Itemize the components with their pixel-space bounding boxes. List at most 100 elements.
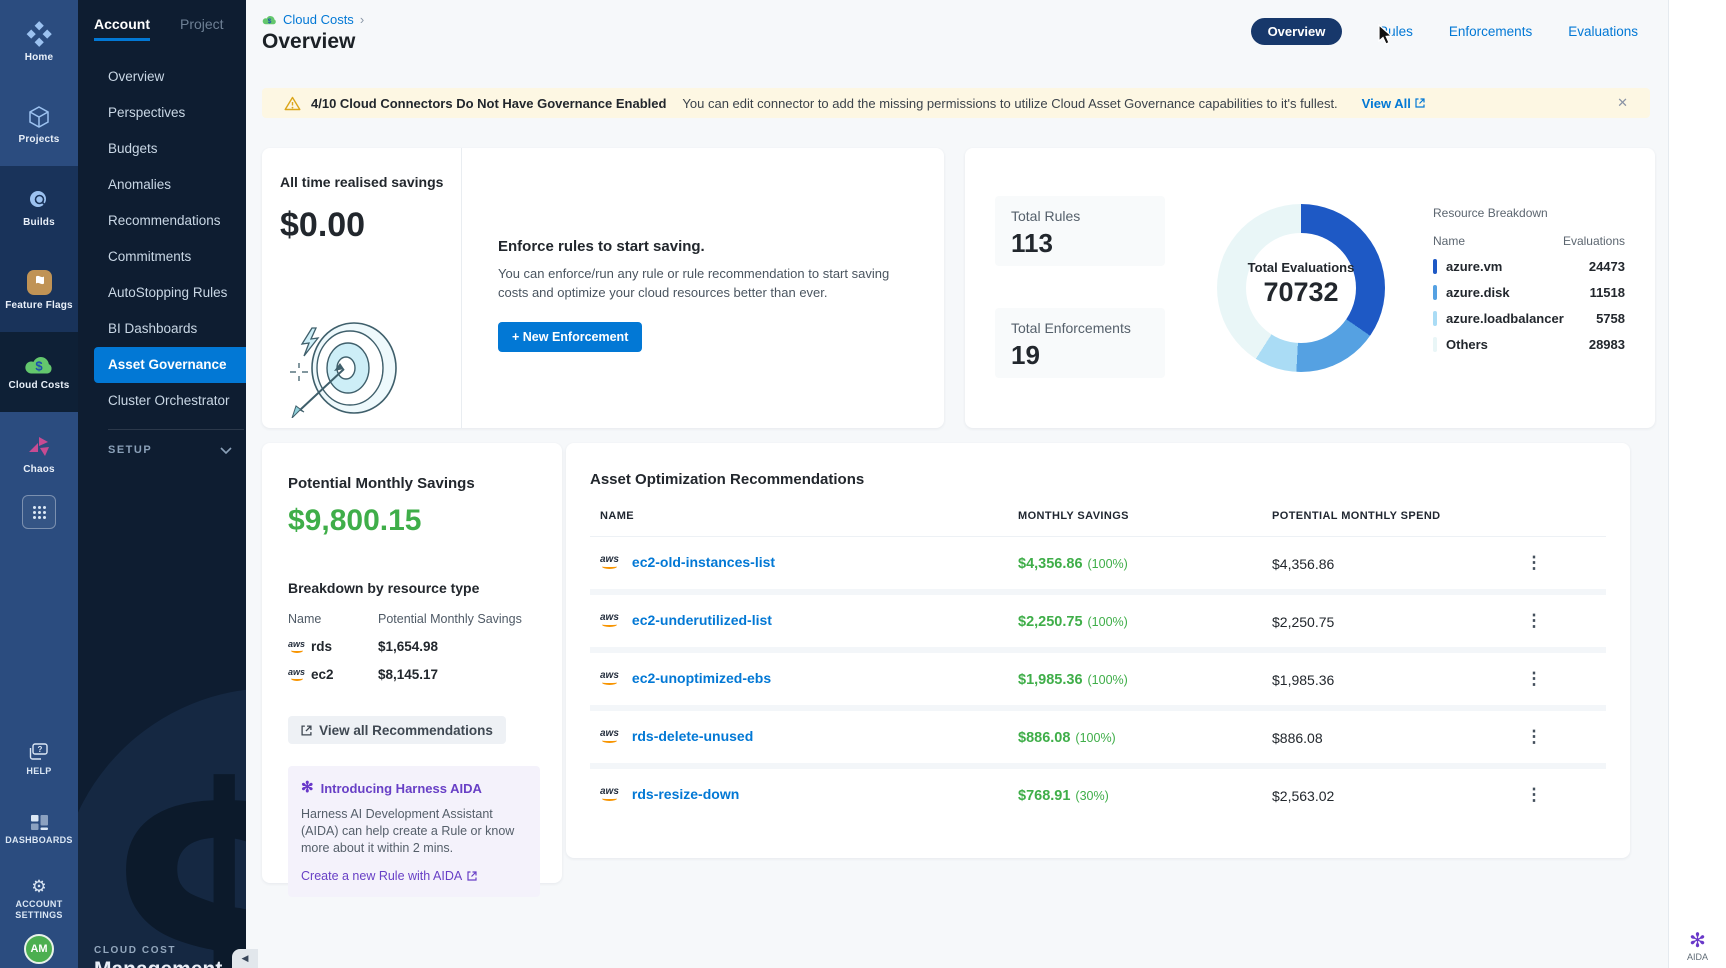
sidebar-item-cluster-orchestrator[interactable]: Cluster Orchestrator [78, 383, 246, 419]
donut-title: Total Evaluations [1217, 260, 1385, 275]
legend-row: azure.vm 24473 [1433, 259, 1625, 274]
rail-item-projects[interactable]: Projects [0, 83, 78, 166]
table-row[interactable]: aws ec2-old-instances-list $4,356.86(100… [590, 537, 1606, 595]
aws-icon: aws [600, 788, 619, 801]
cloud-costs-breadcrumb-icon: $ [262, 14, 277, 25]
rail-label: Feature Flags [5, 300, 73, 311]
monthly-savings-value: $768.91 [1018, 788, 1070, 804]
rail-item-account-settings[interactable]: ⚙ ACCOUNT SETTINGS [0, 878, 78, 920]
sidebar-item-bi-dashboards[interactable]: BI Dashboards [78, 311, 246, 347]
breadcrumb-cloud-costs-link[interactable]: Cloud Costs [283, 12, 354, 27]
breakdown-header-row: Name Potential Monthly Savings [288, 612, 538, 626]
sidebar-setup-toggle[interactable]: SETUP [78, 440, 246, 456]
aws-icon: aws [600, 614, 619, 627]
view-all-recommendations-button[interactable]: View all Recommendations [288, 716, 506, 744]
tab-enforcements[interactable]: Enforcements [1449, 24, 1532, 39]
total-rules-label: Total Rules [1011, 208, 1149, 224]
breakdown-row: aws ec2 $8,145.17 [288, 667, 538, 682]
table-row[interactable]: aws ec2-unoptimized-ebs $1,985.36(100%) … [590, 653, 1606, 711]
sidebar-item-asset-governance[interactable]: Asset Governance [94, 347, 246, 383]
feature-flags-icon [27, 270, 52, 295]
help-chat-icon: ? [28, 742, 50, 762]
rule-link[interactable]: ec2-unoptimized-ebs [632, 670, 771, 686]
breakdown-row: aws rds $1,654.98 [288, 639, 538, 654]
rail-item-feature-flags[interactable]: Feature Flags [0, 249, 78, 332]
banner-close-icon[interactable]: ✕ [1617, 95, 1628, 111]
col-header-potential-spend: POTENTIAL MONTHLY SPEND [1272, 510, 1441, 522]
breadcrumb: $ Cloud Costs › [262, 12, 364, 27]
monthly-savings-value: $4,356.86 [1018, 556, 1083, 572]
sidebar-item-recommendations[interactable]: Recommendations [78, 203, 246, 239]
aida-assistant-button[interactable]: ✻ AIDA [1669, 931, 1726, 962]
row-menu-kebab-icon[interactable]: ⋮ [1524, 727, 1544, 747]
sidebar-item-commitments[interactable]: Commitments [78, 239, 246, 275]
harness-logo-icon [26, 21, 52, 47]
breakdown-title: Breakdown by resource type [288, 580, 538, 596]
row-menu-kebab-icon[interactable]: ⋮ [1524, 669, 1544, 689]
legend-name-header: Name [1433, 234, 1465, 248]
row-menu-kebab-icon[interactable]: ⋮ [1524, 785, 1544, 805]
potential-spend-value: $2,563.02 [1272, 788, 1334, 804]
svg-text:?: ? [38, 745, 43, 754]
tab-overview[interactable]: Overview [1251, 18, 1343, 45]
rail-item-cloud-costs[interactable]: $ Cloud Costs [0, 332, 78, 412]
sidebar-item-overview[interactable]: Overview [78, 59, 246, 95]
rail-item-builds[interactable]: Builds [0, 166, 78, 249]
evaluations-stats-card: Total Rules 113 Total Enforcements 19 To… [965, 148, 1655, 428]
aida-promo-header: ✻ Introducing Harness AIDA [301, 778, 527, 798]
rail-item-dashboards[interactable]: DASHBOARDS [0, 814, 78, 845]
rail-item-help[interactable]: ? HELP [0, 742, 78, 776]
reco-table-title: Asset Optimization Recommendations [590, 471, 1606, 488]
new-enforcement-button[interactable]: + New Enforcement [498, 322, 642, 352]
banner-view-all-link[interactable]: View All [1362, 96, 1425, 111]
user-avatar[interactable]: AM [24, 934, 54, 964]
setup-label: SETUP [108, 444, 152, 456]
donut-center-label: Total Evaluations 70732 [1217, 260, 1385, 308]
dollar-watermark: $ [112, 733, 246, 968]
rail-item-home[interactable]: Home [0, 0, 78, 83]
aida-create-rule-link[interactable]: Create a new Rule with AIDA [301, 869, 477, 883]
apps-grid-icon [32, 505, 47, 520]
rule-link[interactable]: rds-resize-down [632, 786, 739, 802]
legend-swatch [1433, 337, 1437, 352]
legend-value: 24473 [1589, 259, 1625, 274]
table-row[interactable]: aws rds-delete-unused $886.08(100%) $886… [590, 711, 1606, 769]
module-rail: Home Projects Builds Feature Flags $ Clo… [0, 0, 78, 968]
legend-value: 5758 [1596, 311, 1625, 326]
sidebar-item-anomalies[interactable]: Anomalies [78, 167, 246, 203]
tab-account[interactable]: Account [94, 16, 150, 41]
legend-row: azure.loadbalancer 5758 [1433, 311, 1625, 326]
tab-evaluations[interactable]: Evaluations [1568, 24, 1638, 39]
potential-savings-value: $9,800.15 [288, 504, 538, 538]
total-rules-value: 113 [1011, 228, 1149, 259]
sidebar-item-autostopping-rules[interactable]: AutoStopping Rules [78, 275, 246, 311]
col-header-monthly-savings: MONTHLY SAVINGS [1018, 510, 1129, 522]
builds-icon [27, 188, 51, 212]
rail-label: Builds [23, 217, 55, 228]
table-row[interactable]: aws ec2-underutilized-list $2,250.75(100… [590, 595, 1606, 653]
total-enforcements-box: Total Enforcements 19 [995, 308, 1165, 378]
tab-project[interactable]: Project [180, 16, 224, 41]
sidebar-item-perspectives[interactable]: Perspectives [78, 95, 246, 131]
rule-link[interactable]: rds-delete-unused [632, 728, 753, 744]
main-content: $ Cloud Costs › Overview Overview Rules … [246, 0, 1668, 968]
row-menu-kebab-icon[interactable]: ⋮ [1524, 611, 1544, 631]
aws-icon: aws [600, 672, 619, 685]
sidebar-item-budgets[interactable]: Budgets [78, 131, 246, 167]
table-row[interactable]: aws rds-resize-down $768.91(30%) $2,563.… [590, 769, 1606, 827]
resource-breakdown-legend: Resource Breakdown Name Evaluations azur… [1433, 206, 1625, 352]
rail-label: DASHBOARDS [5, 835, 73, 845]
rule-link[interactable]: ec2-old-instances-list [632, 554, 775, 570]
rail-item-chaos[interactable]: Chaos [0, 412, 78, 498]
evaluations-donut-chart: Total Evaluations 70732 [1217, 204, 1385, 372]
module-kicker: CLOUD COST [94, 945, 222, 956]
row-menu-kebab-icon[interactable]: ⋮ [1524, 553, 1544, 573]
legend-swatch [1433, 259, 1437, 274]
rule-link[interactable]: ec2-underutilized-list [632, 612, 772, 628]
module-switcher-button[interactable] [22, 495, 56, 529]
sidebar-collapse-button[interactable]: ◀ [232, 949, 258, 968]
realised-savings-section: All time realised savings $0.00 [262, 148, 462, 428]
enforce-cta-section: Enforce rules to start saving. You can e… [462, 148, 944, 428]
legend-title: Resource Breakdown [1433, 206, 1625, 220]
aida-promo-box: ✻ Introducing Harness AIDA Harness AI De… [288, 766, 540, 897]
